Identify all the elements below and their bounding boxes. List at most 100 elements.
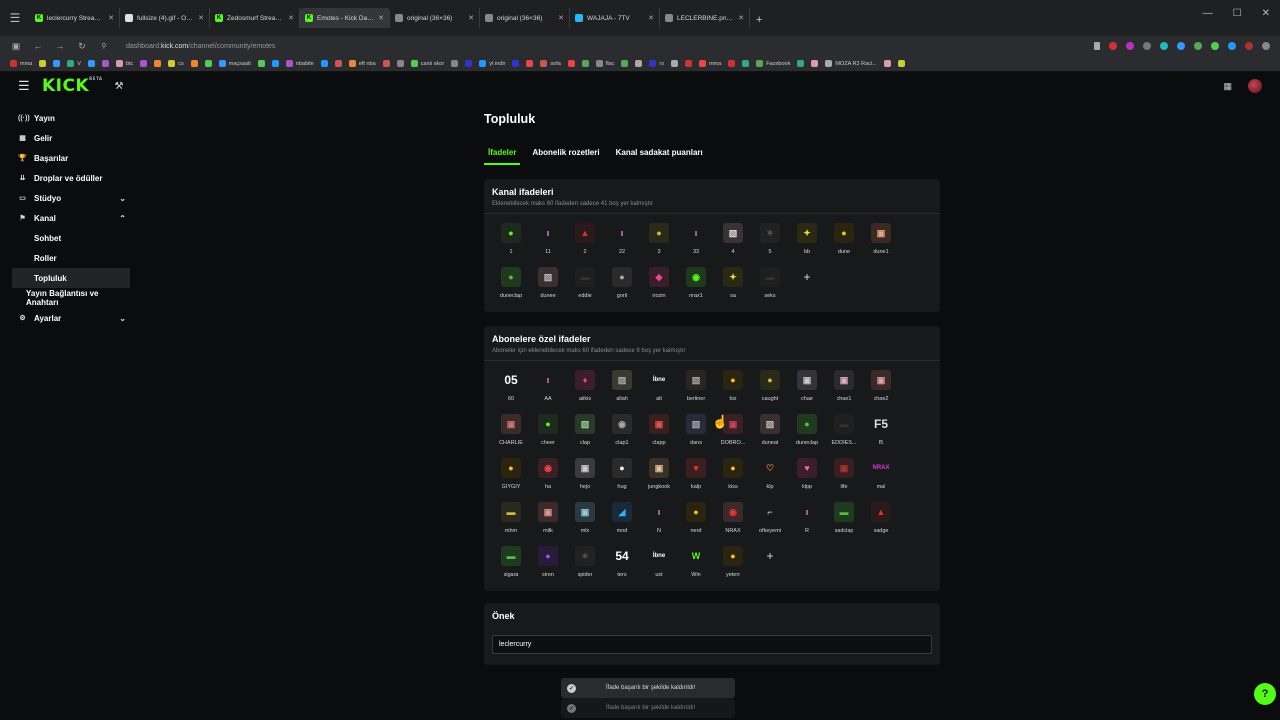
sidebar-item-droplar[interactable]: ⇊ Droplar ve ödüller — [12, 168, 130, 188]
sidebar-sub-stream-key[interactable]: Yayın Bağlantısı ve Anahtarı — [12, 288, 130, 308]
emote-item[interactable]: İbne alt — [641, 369, 678, 413]
emote-item[interactable]: ⌐ ofkeyemi — [752, 501, 789, 545]
emote-item[interactable]: ◉ clap1 — [604, 413, 641, 457]
bookmark-icon[interactable] — [581, 60, 589, 67]
bookmark-item[interactable]: mma — [10, 60, 32, 67]
emote-item[interactable]: ı AA — [530, 369, 567, 413]
tab-emotes[interactable]: İfadeler — [484, 146, 521, 165]
tab-close-icon[interactable]: ✕ — [288, 14, 294, 22]
bookmark-icon[interactable] — [101, 60, 109, 67]
extension-icon[interactable] — [1126, 42, 1134, 50]
emote-item[interactable]: ▲ sadge — [863, 501, 900, 545]
emote-item[interactable]: ▧ 4 — [715, 222, 752, 266]
emote-item[interactable]: ♥ klpp — [789, 457, 826, 501]
emote-item[interactable]: ✦ bb — [789, 222, 826, 266]
browser-tab[interactable]: original (36×36) ✕ — [390, 8, 480, 28]
studio-icon[interactable]: ▦ — [1223, 81, 1232, 92]
add-emote-button[interactable]: + — [752, 545, 789, 589]
kick-logo[interactable]: KICKBETA — [42, 76, 102, 96]
sidebar-toggle-icon[interactable]: ▣ — [10, 41, 22, 52]
bookmark-icon[interactable] — [883, 60, 891, 67]
help-chat-button[interactable]: ? — [1254, 683, 1276, 705]
sidebar-item-studyo[interactable]: ▭ Stüdyo ⌄ — [12, 188, 130, 208]
extension-icon[interactable] — [1160, 42, 1168, 50]
bookmark-item[interactable]: maçsaati — [218, 60, 251, 67]
emote-item[interactable]: ▲ 2 — [567, 222, 604, 266]
bookmark-icon[interactable] — [39, 60, 47, 67]
emote-item[interactable]: ◉ NRAX — [715, 501, 752, 545]
emote-item[interactable]: ♡ klp — [752, 457, 789, 501]
site-info-icon[interactable]: ⚲ — [98, 42, 110, 50]
emote-item[interactable]: ▬ sigara — [493, 545, 530, 589]
emote-item[interactable]: ▨ dunee — [530, 266, 567, 310]
emote-item[interactable]: ▣ life — [826, 457, 863, 501]
browser-tab[interactable]: WAJAJA - 7TV ✕ — [570, 8, 660, 28]
emote-item[interactable]: ▣ milk — [530, 501, 567, 545]
emote-item[interactable]: ● siren — [530, 545, 567, 589]
emote-item[interactable]: ● duneclap — [789, 413, 826, 457]
bookmark-icon[interactable] — [271, 60, 279, 67]
emote-item[interactable]: ▣ CHARLIE — [493, 413, 530, 457]
bookmark-item[interactable]: yt indir — [479, 60, 505, 67]
bookmark-item[interactable]: canlı skor — [410, 60, 444, 67]
browser-tab[interactable]: K Zedosmurf Stream - Watch ✕ — [210, 8, 300, 28]
emote-item[interactable]: ıN — [641, 501, 678, 545]
emote-item[interactable]: ▨ duneat — [752, 413, 789, 457]
emote-item[interactable]: ▬ mhm — [493, 501, 530, 545]
bookmark-icon[interactable] — [526, 60, 534, 67]
browser-tab[interactable]: fullsize (4).gif - Online GIF... ✕ — [120, 8, 210, 28]
emote-item[interactable]: ✶ spider — [567, 545, 604, 589]
bookmark-item[interactable]: MOZA R3 Raci... — [825, 60, 877, 67]
sidebar-sub-roller[interactable]: Roller — [12, 248, 130, 268]
emote-item[interactable]: ı 33 — [678, 222, 715, 266]
emote-item[interactable]: ▣ chae — [789, 369, 826, 413]
bookmark-icon[interactable] — [382, 60, 390, 67]
emote-item[interactable]: ▣ chae1 — [826, 369, 863, 413]
emote-item[interactable]: ♦ aiikis — [567, 369, 604, 413]
emote-item[interactable]: ▣ clapp — [641, 413, 678, 457]
emote-item[interactable]: 05 60 — [493, 369, 530, 413]
extension-icon[interactable] — [1194, 42, 1202, 50]
bookmark-item[interactable]: eft nba — [348, 60, 376, 67]
tab-close-icon[interactable]: ✕ — [738, 14, 744, 22]
emote-item[interactable]: ıR — [789, 501, 826, 545]
emote-item[interactable]: İbne ust — [641, 545, 678, 589]
forward-icon[interactable]: → — [54, 41, 66, 51]
emote-item[interactable]: ● nerd — [678, 501, 715, 545]
bookmark-icon[interactable] — [797, 60, 805, 67]
sidebar-item-gelir[interactable]: ▦ Gelir — [12, 128, 130, 148]
emote-item[interactable]: ▣ hejo — [567, 457, 604, 501]
emote-item[interactable]: ● kiss — [715, 457, 752, 501]
bookmark-icon[interactable] — [154, 60, 162, 67]
prefix-input[interactable]: leclercurry — [492, 635, 932, 654]
emote-item[interactable]: ● yeterr — [715, 545, 752, 589]
bookmark-item[interactable]: cs — [168, 60, 184, 67]
extension-icon[interactable] — [1177, 42, 1185, 50]
tab-close-icon[interactable]: ✕ — [198, 14, 204, 22]
minimize-icon[interactable]: — — [1203, 8, 1213, 19]
new-tab-button[interactable]: + — [756, 14, 762, 26]
emote-item[interactable]: ● 3 — [641, 222, 678, 266]
sidebar-sub-sohbet[interactable]: Sohbet — [12, 228, 130, 248]
emote-item[interactable]: ✶ 5 — [752, 222, 789, 266]
sidebar-item-ayarlar[interactable]: ⚙ Ayarlar ⌄ — [12, 308, 130, 328]
bookmark-icon[interactable] — [320, 60, 328, 67]
bookmark-item[interactable]: mma — [698, 60, 721, 67]
tab-close-icon[interactable]: ✕ — [648, 14, 654, 22]
sidebar-item-kanal[interactable]: ⚑ Kanal ⌃ — [12, 208, 130, 228]
emote-item[interactable]: NRAX mal — [863, 457, 900, 501]
emote-item[interactable]: ● dune — [826, 222, 863, 266]
bookmark-icon[interactable] — [451, 60, 459, 67]
bookmark-icon[interactable] — [728, 60, 736, 67]
extension-icon[interactable] — [1228, 42, 1236, 50]
avatar[interactable] — [1248, 79, 1262, 93]
reload-icon[interactable]: ↻ — [76, 41, 88, 52]
bookmark-icon[interactable] — [897, 60, 905, 67]
bookmark-icon[interactable] — [334, 60, 342, 67]
url-field[interactable]: dashboard.kick.com/channel/community/emo… — [126, 43, 275, 50]
browser-tab[interactable]: LECLERBINE.png (32×32)✕ — [660, 8, 750, 28]
bookmark-item[interactable]: sofa — [540, 60, 561, 67]
emote-item[interactable]: ● hug — [604, 457, 641, 501]
emote-item[interactable]: ▨ clap — [567, 413, 604, 457]
extension-icon[interactable] — [1143, 42, 1151, 50]
